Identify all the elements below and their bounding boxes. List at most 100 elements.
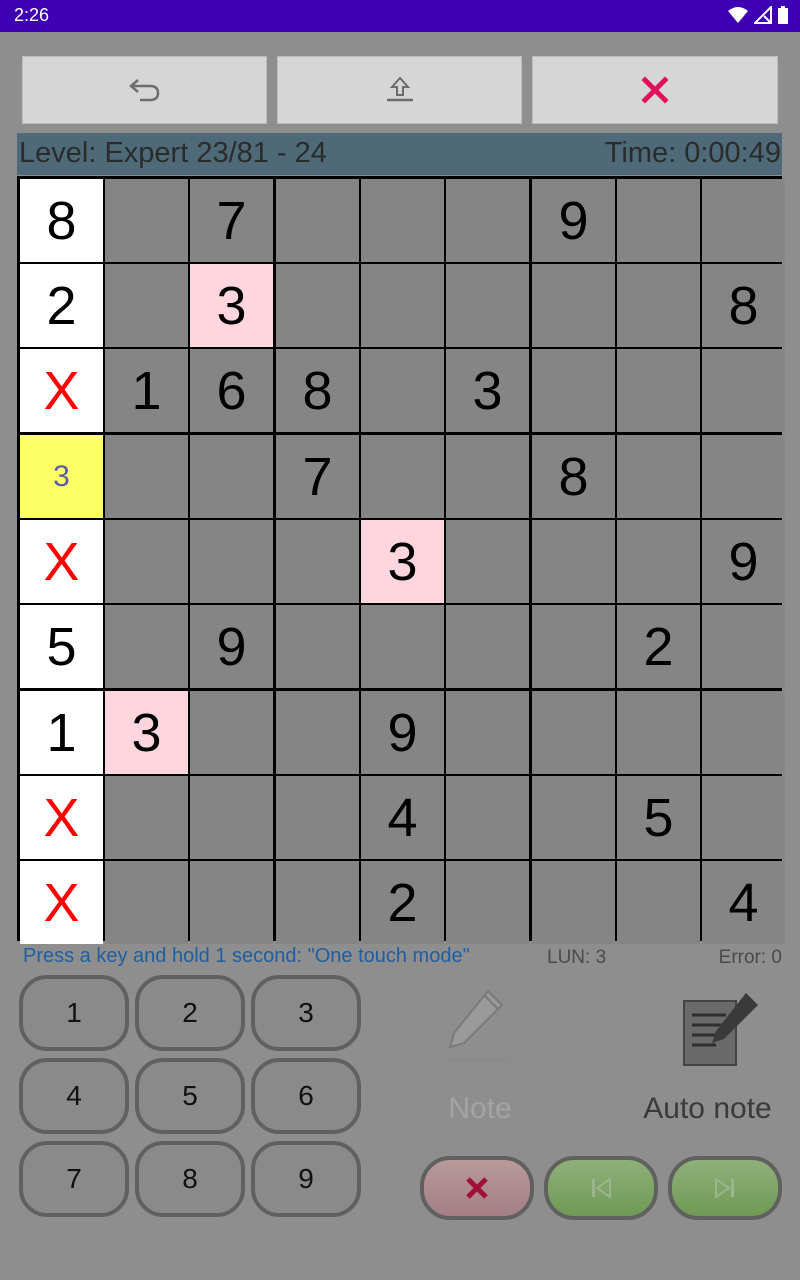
board-cell[interactable]: 1 xyxy=(105,349,188,432)
board-cell[interactable] xyxy=(702,349,785,432)
board-cell[interactable] xyxy=(105,179,188,262)
board-cell[interactable]: 8 xyxy=(276,349,359,432)
board-cell[interactable] xyxy=(532,520,615,603)
close-x-icon xyxy=(641,76,669,104)
board-cell[interactable] xyxy=(617,691,700,774)
board-cell[interactable] xyxy=(617,861,700,944)
board-cell[interactable] xyxy=(105,264,188,347)
board-cell[interactable]: 9 xyxy=(702,520,785,603)
board-cell[interactable] xyxy=(276,520,359,603)
board-cell[interactable] xyxy=(361,435,444,518)
board-cell[interactable] xyxy=(105,435,188,518)
board-cell[interactable]: X xyxy=(20,861,103,944)
close-button[interactable] xyxy=(532,56,778,124)
board-cell[interactable] xyxy=(702,691,785,774)
share-button[interactable] xyxy=(277,56,522,124)
note-button[interactable]: Note xyxy=(420,985,540,1130)
board-cell[interactable] xyxy=(702,605,785,688)
board-cell[interactable] xyxy=(105,861,188,944)
board-cell[interactable] xyxy=(276,861,359,944)
board-cell[interactable] xyxy=(276,264,359,347)
board-cell[interactable] xyxy=(532,264,615,347)
timer-label: Time: 0:00:49 xyxy=(604,137,781,169)
board-cell[interactable] xyxy=(276,776,359,859)
keypad-key[interactable]: 7 xyxy=(19,1141,129,1217)
board-cell[interactable]: X xyxy=(20,520,103,603)
board-cell[interactable] xyxy=(617,349,700,432)
board-cell[interactable] xyxy=(446,691,529,774)
board-cell[interactable]: 3 xyxy=(361,520,444,603)
board-cell[interactable] xyxy=(446,861,529,944)
board-cell[interactable]: X xyxy=(20,349,103,432)
board-cell[interactable]: 8 xyxy=(20,179,103,262)
undo-button[interactable] xyxy=(22,56,267,124)
board-cell[interactable] xyxy=(361,605,444,688)
board-cell[interactable] xyxy=(702,435,785,518)
auto-note-button[interactable]: Auto note xyxy=(630,985,785,1130)
board-cell[interactable] xyxy=(446,776,529,859)
board-cell[interactable] xyxy=(446,605,529,688)
previous-button[interactable] xyxy=(544,1156,658,1220)
board-cell[interactable]: 3 xyxy=(20,435,103,518)
board-cell[interactable] xyxy=(361,349,444,432)
board-cell[interactable] xyxy=(446,435,529,518)
board-cell[interactable] xyxy=(532,861,615,944)
board-cell[interactable]: 8 xyxy=(532,435,615,518)
board-cell[interactable]: 4 xyxy=(361,776,444,859)
board-cell[interactable]: 4 xyxy=(702,861,785,944)
board-cell[interactable]: 8 xyxy=(702,264,785,347)
board-cell[interactable] xyxy=(190,776,273,859)
board-cell[interactable] xyxy=(190,520,273,603)
board-cell[interactable]: 3 xyxy=(190,264,273,347)
board-cell[interactable] xyxy=(617,264,700,347)
keypad-key[interactable]: 1 xyxy=(19,975,129,1051)
clear-cell-button[interactable] xyxy=(420,1156,534,1220)
board-cell[interactable]: X xyxy=(20,776,103,859)
board-cell[interactable] xyxy=(190,435,273,518)
board-cell[interactable] xyxy=(276,605,359,688)
board-cell[interactable] xyxy=(190,861,273,944)
board-cell[interactable] xyxy=(105,605,188,688)
board-cell[interactable] xyxy=(702,179,785,262)
board-cell[interactable]: 2 xyxy=(361,861,444,944)
board-cell[interactable]: 7 xyxy=(190,179,273,262)
board-cell[interactable] xyxy=(617,179,700,262)
board-cell[interactable] xyxy=(532,691,615,774)
board-cell[interactable]: 3 xyxy=(446,349,529,432)
board-cell[interactable]: 7 xyxy=(276,435,359,518)
board-cell[interactable]: 5 xyxy=(617,776,700,859)
next-button[interactable] xyxy=(668,1156,782,1220)
board-cell[interactable]: 1 xyxy=(20,691,103,774)
board-cell[interactable] xyxy=(446,179,529,262)
board-cell[interactable] xyxy=(361,264,444,347)
board-cell[interactable] xyxy=(617,520,700,603)
board-cell[interactable] xyxy=(702,776,785,859)
board-cell[interactable]: 9 xyxy=(532,179,615,262)
board-cell[interactable] xyxy=(105,520,188,603)
board-cell[interactable] xyxy=(190,691,273,774)
board-cell[interactable] xyxy=(532,776,615,859)
board-cell[interactable] xyxy=(532,349,615,432)
board-cell[interactable]: 5 xyxy=(20,605,103,688)
keypad-key[interactable]: 9 xyxy=(251,1141,361,1217)
board-cell[interactable] xyxy=(532,605,615,688)
board-cell[interactable] xyxy=(276,179,359,262)
board-cell[interactable]: 2 xyxy=(20,264,103,347)
keypad-key[interactable]: 6 xyxy=(251,1058,361,1134)
keypad-key[interactable]: 2 xyxy=(135,975,245,1051)
board-cell[interactable]: 2 xyxy=(617,605,700,688)
board-cell[interactable]: 9 xyxy=(190,605,273,688)
board-cell[interactable] xyxy=(446,264,529,347)
board-cell[interactable] xyxy=(105,776,188,859)
board-cell[interactable]: 3 xyxy=(105,691,188,774)
keypad-key[interactable]: 4 xyxy=(19,1058,129,1134)
keypad-key[interactable]: 3 xyxy=(251,975,361,1051)
board-cell[interactable]: 9 xyxy=(361,691,444,774)
board-cell[interactable]: 6 xyxy=(190,349,273,432)
board-cell[interactable] xyxy=(617,435,700,518)
board-cell[interactable] xyxy=(446,520,529,603)
board-cell[interactable] xyxy=(361,179,444,262)
keypad-key[interactable]: 5 xyxy=(135,1058,245,1134)
keypad-key[interactable]: 8 xyxy=(135,1141,245,1217)
board-cell[interactable] xyxy=(276,691,359,774)
